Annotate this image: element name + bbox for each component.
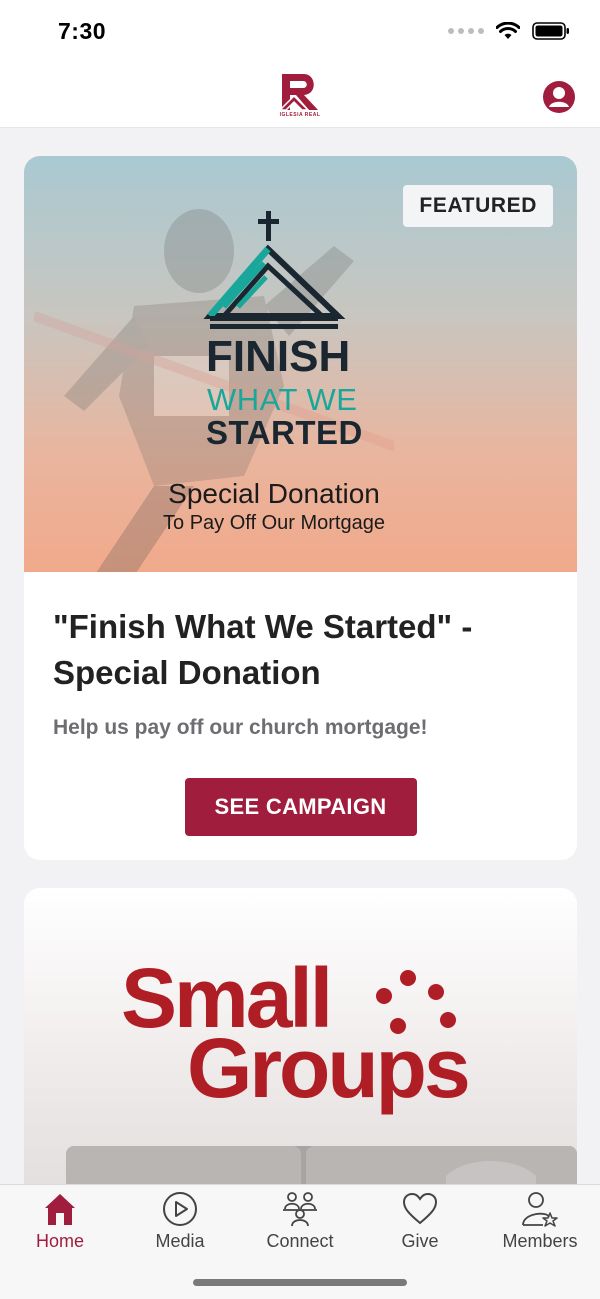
featured-campaign-card[interactable]: FEATURED FINISH WHAT WE STARTED Special … [24,156,577,860]
church-cross-icon [203,211,346,329]
logo-text: IGLESIA REAL [279,112,321,118]
tab-label: Media [155,1231,205,1251]
battery-icon [532,22,569,40]
user-icon [543,81,575,113]
wifi-icon [496,22,520,39]
signal-icon [448,28,484,34]
featured-badge: FEATURED [403,185,553,227]
status-icons [448,22,570,40]
home-feed[interactable]: FEATURED FINISH WHAT WE STARTED Special … [0,128,600,1184]
campaign-pay-text: To Pay Off Our Mortgage [163,512,385,534]
dots-decoration-icon [376,970,456,1034]
member-star-icon [522,1192,558,1227]
small-groups-card[interactable]: Small Groups [24,888,577,1184]
small-groups-line2: Groups [187,1021,471,1115]
tab-members[interactable]: Members [480,1191,600,1261]
tab-label: Members [502,1231,578,1251]
status-bar: 7:30 [0,0,600,64]
app-header: IGLESIA REAL [0,64,600,128]
heart-icon [402,1192,438,1225]
status-time: 7:30 [58,18,107,44]
see-campaign-button[interactable]: SEE CAMPAIGN [184,778,417,836]
home-icon [45,1194,75,1225]
profile-button[interactable] [542,80,576,114]
card-subtitle: Help us pay off our church mortgage! [53,716,428,739]
campaign-special-text: Special Donation [168,478,380,509]
tab-home[interactable]: Home [0,1191,120,1261]
home-indicator[interactable] [193,1279,407,1286]
campaign-image: FEATURED FINISH WHAT WE STARTED Special … [24,156,577,572]
play-icon [163,1192,197,1226]
campaign-started-text: STARTED [206,414,363,451]
campaign-finish-text: FINISH [206,332,351,381]
logo-mark-icon [278,74,318,111]
tab-label: Connect [266,1231,334,1251]
card-title: "Finish What We Started" - Special Donat… [53,608,473,691]
card-body: "Finish What We Started" - Special Donat… [24,572,577,836]
tab-label: Home [35,1231,84,1251]
church-logo[interactable]: IGLESIA REAL [278,72,322,122]
couch-image [66,1146,577,1184]
tab-media[interactable]: Media [120,1191,240,1261]
campaign-what-text: WHAT WE [207,382,358,417]
tab-give[interactable]: Give [360,1191,480,1261]
tab-label: Give [401,1231,439,1251]
people-icon [283,1192,317,1227]
tab-connect[interactable]: Connect [240,1191,360,1261]
